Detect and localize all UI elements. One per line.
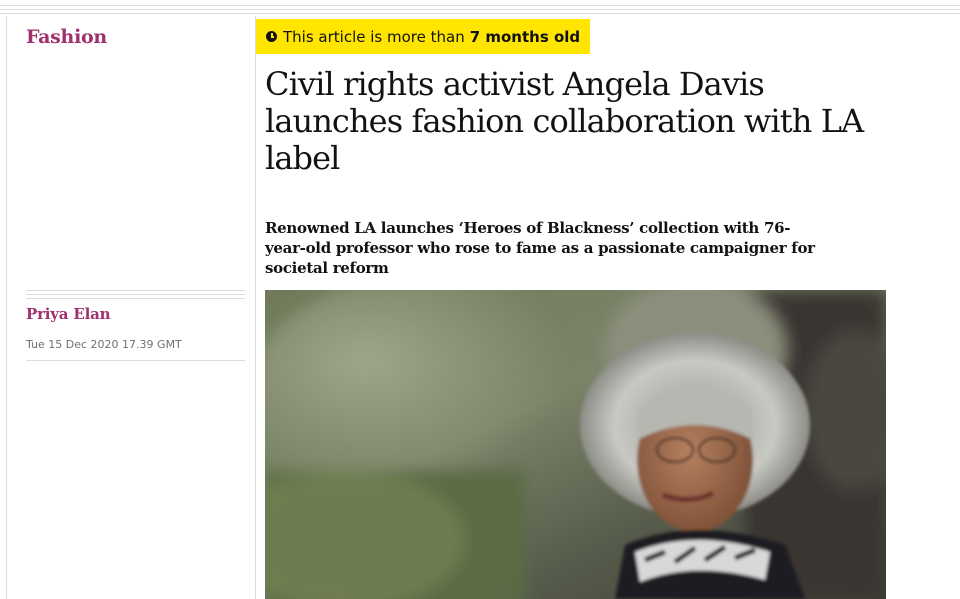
clock-icon bbox=[266, 31, 277, 42]
age-warning-prefix: This article is more than bbox=[283, 27, 465, 46]
publish-date: Tue 15 Dec 2020 17.39 GMT bbox=[26, 338, 182, 351]
article-standfirst: Renowned LA launches ‘Heroes of Blacknes… bbox=[265, 219, 815, 277]
author-byline[interactable]: Priya Elan bbox=[26, 305, 110, 323]
column-divider-main bbox=[255, 16, 256, 599]
age-warning-age: 7 months old bbox=[469, 27, 581, 46]
portrait-photo bbox=[265, 290, 886, 599]
section-link-fashion[interactable]: Fashion bbox=[26, 26, 107, 48]
meta-divider bbox=[26, 360, 245, 361]
article-headline: Civil rights activist Angela Davis launc… bbox=[265, 65, 864, 177]
hero-image[interactable] bbox=[265, 290, 886, 599]
top-rules bbox=[0, 0, 960, 16]
meta-rules bbox=[26, 290, 245, 302]
column-divider-left bbox=[6, 16, 7, 599]
article-age-warning: This article is more than 7 months old bbox=[256, 19, 591, 54]
